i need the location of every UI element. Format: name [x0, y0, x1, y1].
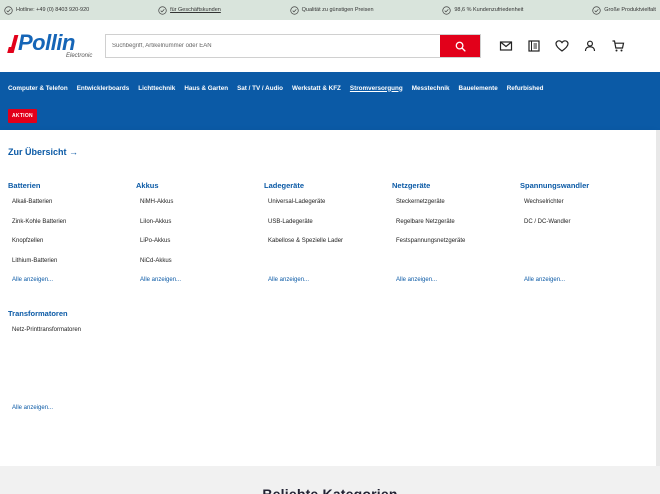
info-quality: Qualität zu günstigen Preisen: [290, 5, 374, 15]
subcategory-link[interactable]: Kabellose & Spezielle Lader: [268, 238, 392, 258]
subcategory-link[interactable]: NiMH-Akkus: [140, 199, 264, 219]
nav-item-entwicklerboards[interactable]: Entwicklerboards: [77, 85, 130, 92]
subcategory-link[interactable]: Alkali-Batterien: [12, 199, 136, 219]
mail-icon[interactable]: [499, 39, 513, 53]
subcategory-link[interactable]: Netz-Printtransformatoren: [12, 327, 208, 347]
subcategory-link[interactable]: NiCd-Akkus: [140, 258, 264, 278]
subcategory-link[interactable]: Festspannungsnetzgeräte: [396, 238, 520, 258]
info-bar: Hotline: +49 (0) 8403 920-920 für Geschä…: [0, 0, 660, 20]
category-column-netzgeraete: Netzgeräte Steckernetzgeräte Regelbare N…: [392, 181, 520, 283]
info-satisfaction: 98,6 % Kundenzufriedenheit: [442, 5, 524, 15]
check-circle-icon: [4, 5, 13, 15]
header-actions: [499, 39, 625, 53]
info-satisfaction-label: 98,6 % Kundenzufriedenheit: [454, 7, 524, 13]
page-backdrop: Beliebte Kategorien: [0, 466, 660, 494]
category-columns-row2: Transformatoren Netz-Printtransformatore…: [8, 309, 648, 411]
nav-item-sat-tv-audio[interactable]: Sat / TV / Audio: [237, 85, 283, 92]
account-icon[interactable]: [583, 39, 597, 53]
catalog-icon[interactable]: [527, 39, 541, 53]
nav-item-lichttechnik[interactable]: Lichttechnik: [138, 85, 175, 92]
subcategory-link[interactable]: Wechselrichter: [524, 199, 648, 219]
subcategory-link[interactable]: DC / DC-Wandler: [524, 219, 648, 239]
info-quality-label: Qualität zu günstigen Preisen: [301, 7, 374, 13]
search-icon: [455, 41, 466, 52]
check-circle-icon: [592, 5, 601, 15]
category-column-akkus: Akkus NiMH-Akkus LiIon-Akkus LiPo-Akkus …: [136, 181, 264, 283]
wishlist-heart-icon[interactable]: [555, 39, 569, 53]
info-business-label[interactable]: für Geschäftskunden: [170, 7, 221, 13]
info-business[interactable]: für Geschäftskunden: [158, 5, 221, 15]
check-circle-icon: [290, 5, 299, 15]
category-title[interactable]: Netzgeräte: [392, 181, 520, 190]
nav-item-computer[interactable]: Computer & Telefon: [8, 85, 68, 92]
cart-icon[interactable]: [611, 39, 625, 53]
info-variety-label: Große Produktvielfalt: [604, 7, 656, 13]
info-hotline-label: Hotline: +49 (0) 8403 920-920: [16, 7, 90, 13]
nav-item-bauelemente[interactable]: Bauelemente: [459, 85, 498, 92]
category-title[interactable]: Transformatoren: [8, 309, 208, 318]
category-column-spannungswandler: Spannungswandler Wechselrichter DC / DC-…: [520, 181, 648, 283]
logo-mark-icon: [7, 35, 19, 53]
nav-item-messtechnik[interactable]: Messtechnik: [412, 85, 450, 92]
nav-item-refurbished[interactable]: Refurbished: [507, 85, 544, 92]
category-title[interactable]: Batterien: [8, 181, 136, 190]
info-hotline[interactable]: Hotline: +49 (0) 8403 920-920: [4, 5, 90, 15]
subcategory-link[interactable]: LiIon-Akkus: [140, 219, 264, 239]
category-columns: Batterien Alkali-Batterien Zink-Kohle Ba…: [8, 181, 648, 283]
check-circle-icon: [442, 5, 451, 15]
category-column-transformatoren: Transformatoren Netz-Printtransformatore…: [8, 309, 208, 411]
subcategory-link[interactable]: Regelbare Netzgeräte: [396, 219, 520, 239]
check-circle-icon: [158, 5, 167, 15]
category-title[interactable]: Spannungswandler: [520, 181, 648, 190]
nav-item-haus-garten[interactable]: Haus & Garten: [184, 85, 228, 92]
subcategory-link[interactable]: Steckernetzgeräte: [396, 199, 520, 219]
overview-link[interactable]: Zur Übersicht →: [8, 147, 78, 157]
search-bar: [105, 34, 481, 58]
subcategory-link[interactable]: Knopfzellen: [12, 238, 136, 258]
show-all-link[interactable]: Alle anzeigen...: [12, 405, 208, 411]
subcategory-link[interactable]: Lithium-Batterien: [12, 258, 136, 278]
category-title[interactable]: Ladegeräte: [264, 181, 392, 190]
subcategory-link[interactable]: USB-Ladegeräte: [268, 219, 392, 239]
category-title[interactable]: Akkus: [136, 181, 264, 190]
show-all-link[interactable]: Alle anzeigen...: [140, 277, 264, 283]
nav-item-stromversorgung[interactable]: Stromversorgung: [350, 85, 403, 92]
subcategory-link[interactable]: Zink-Kohle Batterien: [12, 219, 136, 239]
logo-name: Pollin: [18, 30, 75, 55]
search-input[interactable]: [106, 35, 440, 57]
section-heading: Beliebte Kategorien: [262, 486, 398, 494]
category-column-ladegeraete: Ladegeräte Universal-Ladegeräte USB-Lade…: [264, 181, 392, 283]
mega-menu: Zur Übersicht → Batterien Alkali-Batteri…: [0, 130, 656, 466]
aktion-badge[interactable]: AKTION: [8, 109, 37, 123]
logo-subtitle: Electronic: [66, 53, 93, 59]
info-variety: Große Produktvielfalt: [592, 5, 656, 15]
show-all-link[interactable]: Alle anzeigen...: [12, 277, 136, 283]
subcategory-link[interactable]: Universal-Ladegeräte: [268, 199, 392, 219]
site-header: Pollin Electronic: [0, 20, 660, 72]
category-column-batterien: Batterien Alkali-Batterien Zink-Kohle Ba…: [8, 181, 136, 283]
main-navigation: Computer & Telefon Entwicklerboards Lich…: [0, 72, 660, 130]
scrollbar-track[interactable]: [656, 130, 660, 494]
pollin-logo[interactable]: Pollin Electronic: [7, 30, 96, 59]
show-all-link[interactable]: Alle anzeigen...: [396, 277, 520, 283]
subcategory-link[interactable]: LiPo-Akkus: [140, 238, 264, 258]
show-all-link[interactable]: Alle anzeigen...: [268, 277, 392, 283]
show-all-link[interactable]: Alle anzeigen...: [524, 277, 648, 283]
nav-item-werkstatt-kfz[interactable]: Werkstatt & KFZ: [292, 85, 341, 92]
search-button[interactable]: [440, 35, 480, 57]
